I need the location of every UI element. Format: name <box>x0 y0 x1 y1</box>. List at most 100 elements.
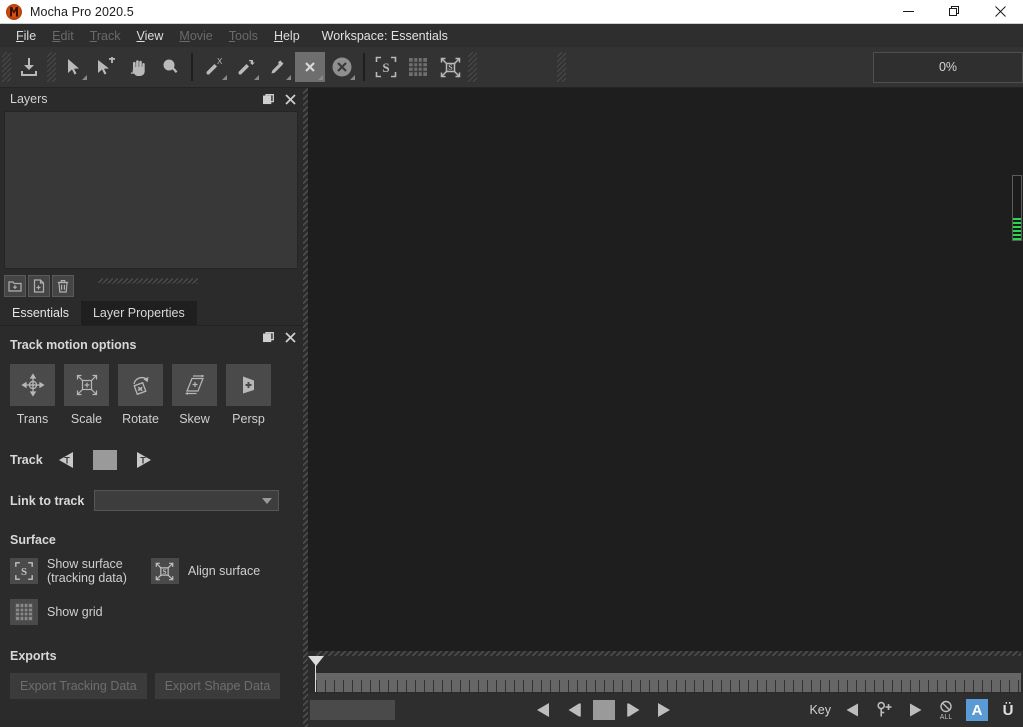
timeline-ruler[interactable] <box>316 673 1021 692</box>
add-keyframe-icon[interactable] <box>873 698 895 722</box>
skew-icon[interactable] <box>172 364 217 406</box>
status-field[interactable] <box>310 700 395 720</box>
window-controls <box>885 0 1023 24</box>
motion-option-trans[interactable]: Trans <box>10 364 55 426</box>
svg-text:T: T <box>140 456 146 466</box>
export-tracking-data-button[interactable]: Export Tracking Data <box>10 673 147 699</box>
svg-text:X: X <box>217 57 223 66</box>
delete-all-keyframes-icon[interactable]: ALL <box>935 698 957 722</box>
track-backwards-icon[interactable]: T <box>55 448 81 472</box>
step-backward-icon[interactable] <box>563 698 585 722</box>
add-folder-icon[interactable] <box>4 275 26 297</box>
add-point-tool-icon[interactable] <box>91 52 121 82</box>
pan-hand-tool-icon[interactable] <box>123 52 153 82</box>
menu-edit[interactable]: Edit <box>44 26 82 46</box>
menu-view[interactable]: View <box>129 26 172 46</box>
unlink-button[interactable]: Ü <box>997 699 1019 721</box>
key-label: Key <box>809 703 831 717</box>
play-backward-icon[interactable] <box>533 698 555 722</box>
chevron-down-icon <box>262 497 273 504</box>
tab-essentials[interactable]: Essentials <box>0 301 81 325</box>
previous-keyframe-icon[interactable] <box>842 698 864 722</box>
minimize-icon[interactable] <box>885 0 931 24</box>
toolbar-grip-3[interactable] <box>468 52 477 82</box>
timeline-grip[interactable] <box>316 651 1021 656</box>
x-circle-tool-icon[interactable] <box>327 52 357 82</box>
link-to-track-select[interactable] <box>94 490 280 511</box>
track-stop-icon[interactable] <box>92 450 117 470</box>
trash-icon[interactable] <box>52 275 74 297</box>
exports-section-title: Exports <box>10 649 57 663</box>
viewer-canvas[interactable] <box>308 88 1023 651</box>
close-panel-icon[interactable] <box>283 92 297 106</box>
surface-section-title: Surface <box>10 533 56 547</box>
surface-options: S Show surface (tracking data) S Align s… <box>10 557 293 625</box>
motion-option-skew[interactable]: Skew <box>172 364 217 426</box>
link-to-track-label: Link to track <box>10 493 85 508</box>
stop-icon[interactable] <box>593 700 615 720</box>
x-spline-tool-icon[interactable]: X <box>199 52 229 82</box>
grid-icon[interactable] <box>10 599 38 625</box>
menu-movie[interactable]: Movie <box>171 26 220 46</box>
tab-layer-properties[interactable]: Layer Properties <box>80 301 197 325</box>
show-grid-icon[interactable] <box>403 52 433 82</box>
perspective-icon[interactable] <box>226 364 271 406</box>
surface-s-icon[interactable]: S <box>10 558 38 584</box>
export-shape-data-button[interactable]: Export Shape Data <box>154 673 281 699</box>
menu-file[interactable]: File <box>8 26 44 46</box>
layers-list[interactable] <box>4 111 298 269</box>
close-icon[interactable] <box>977 0 1023 24</box>
translate-icon[interactable] <box>10 364 55 406</box>
align-surface-icon[interactable]: S <box>150 558 179 584</box>
zoom-readout[interactable]: 0% <box>873 51 1023 83</box>
toolbar-grip[interactable] <box>2 52 11 82</box>
select-tool-icon[interactable] <box>59 52 89 82</box>
toolbar-grip-4[interactable] <box>557 52 566 82</box>
left-panel: Layers Essentials Layer Properties Track… <box>0 88 303 727</box>
show-surface-icon[interactable]: S <box>371 52 401 82</box>
window-title: Mocha Pro 2020.5 <box>30 4 134 19</box>
x-square-tool-icon[interactable] <box>295 52 325 82</box>
menu-tools[interactable]: Tools <box>221 26 266 46</box>
layers-panel-grip[interactable] <box>98 278 198 284</box>
restore-icon[interactable] <box>931 0 977 24</box>
show-surface-label: Show surface (tracking data) <box>47 557 127 585</box>
align-surface-option[interactable]: S Align surface <box>150 558 261 584</box>
toolbar-grip-2[interactable] <box>47 52 56 82</box>
motion-label-trans: Trans <box>16 412 49 426</box>
show-surface-option[interactable]: S Show surface (tracking data) <box>10 557 127 585</box>
track-forwards-icon[interactable]: T <box>129 448 155 472</box>
rotate-icon[interactable] <box>118 364 163 406</box>
svg-text:T: T <box>64 456 70 466</box>
bezier-spline-tool-icon[interactable] <box>231 52 261 82</box>
motion-option-rotate[interactable]: Rotate <box>118 364 163 426</box>
exposure-slider[interactable] <box>1012 175 1022 241</box>
align-surface-label: Align surface <box>187 564 261 578</box>
svg-text:S: S <box>163 568 167 575</box>
add-layer-icon[interactable] <box>28 275 50 297</box>
float-panel-icon[interactable] <box>261 92 275 106</box>
menu-track[interactable]: Track <box>82 26 129 46</box>
menu-help[interactable]: Help <box>266 26 308 46</box>
step-forward-icon[interactable] <box>623 698 645 722</box>
track-label: Track <box>10 453 43 467</box>
track-controls-row: Track T T <box>10 448 293 472</box>
magnetic-spline-tool-icon[interactable] <box>263 52 293 82</box>
svg-text:S: S <box>382 60 389 75</box>
playhead-marker-icon[interactable] <box>308 656 324 666</box>
exports-buttons: Export Tracking Data Export Shape Data <box>10 673 293 699</box>
scale-icon[interactable] <box>64 364 109 406</box>
motion-option-persp[interactable]: Persp <box>226 364 271 426</box>
show-grid-option[interactable]: Show grid <box>10 599 103 625</box>
play-forward-icon[interactable] <box>653 698 675 722</box>
zoom-magnifier-tool-icon[interactable] <box>155 52 185 82</box>
align-surface-icon[interactable]: S <box>435 52 465 82</box>
import-clip-icon[interactable] <box>14 52 44 82</box>
toolbar-separator-1 <box>191 53 193 81</box>
exposure-slider-fill <box>1013 218 1021 240</box>
timeline[interactable] <box>308 651 1023 693</box>
menu-workspace[interactable]: Workspace: Essentials <box>314 26 456 46</box>
auto-key-button[interactable]: A <box>966 699 988 721</box>
motion-option-scale[interactable]: Scale <box>64 364 109 426</box>
next-keyframe-icon[interactable] <box>904 698 926 722</box>
